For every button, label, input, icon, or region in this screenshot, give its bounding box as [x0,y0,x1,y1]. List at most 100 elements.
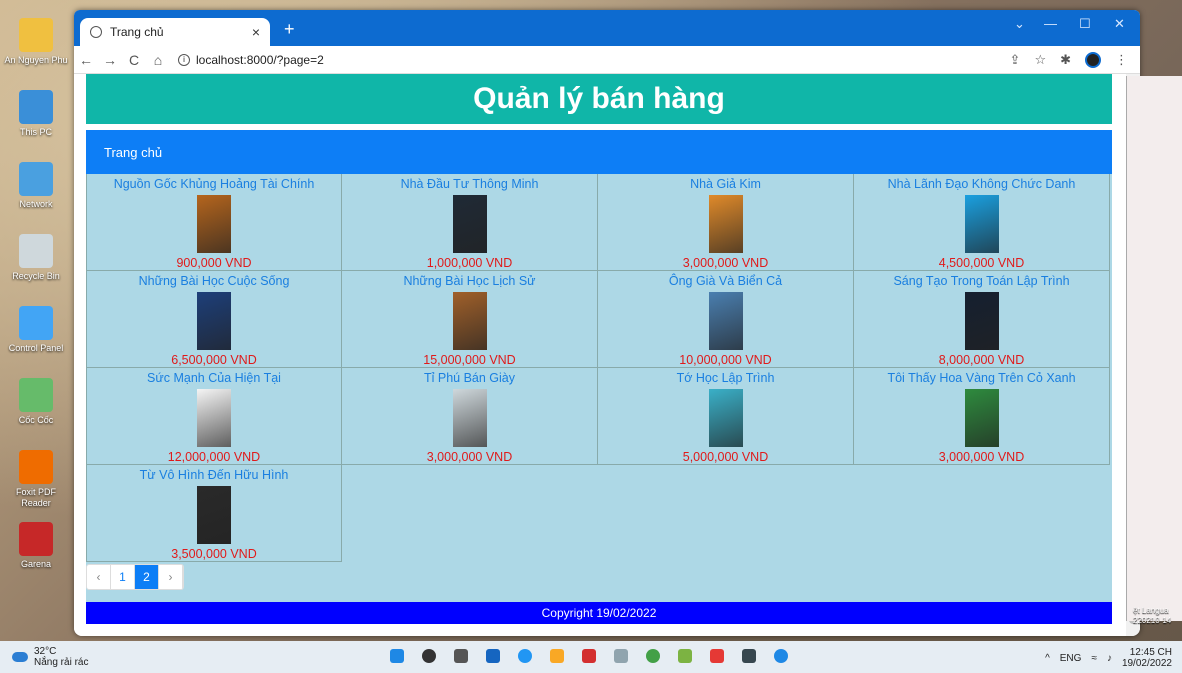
book-cover-image[interactable] [452,388,487,447]
pagination-page-2[interactable]: 2 [135,565,159,589]
menu-icon[interactable]: ⋮ [1115,52,1128,68]
extensions-icon[interactable]: ✱ [1060,52,1071,68]
product-card[interactable]: Tôi Thấy Hoa Vàng Trên Cỏ Xanh 3,000,000 … [854,368,1110,465]
tab-bar: Trang chủ × + ⌄ — ☐ ✕ [74,10,1140,46]
desktop-app-icon [19,306,53,340]
book-cover-image[interactable] [197,291,231,350]
product-card[interactable]: Nhà Đầu Tư Thông Minh 1,000,000 VND [342,174,598,271]
product-card[interactable]: Tỉ Phú Bán Giày 3,000,000 VND [342,368,598,465]
desktop-app-icon [19,450,53,484]
book-cover-image[interactable] [197,388,231,447]
product-card[interactable]: Những Bài Học Cuộc Sống 6,500,000 VND [86,271,342,368]
nav-home-link[interactable]: Trang chủ [104,145,162,160]
desktop-icon[interactable]: Garena [3,522,69,570]
profile-avatar[interactable] [1085,51,1101,68]
wifi-icon[interactable]: ≈ [1091,653,1097,664]
product-card[interactable]: Nhà Giả Kim 3,000,000 VND [598,174,854,271]
book-cover-image[interactable] [708,194,743,253]
desktop-icon[interactable]: Control Panel [3,306,69,354]
book-cover-image[interactable] [964,194,999,253]
product-name[interactable]: Sức Mạnh Của Hiện Tại [147,371,281,385]
product-name[interactable]: Sáng Tạo Trong Toán Lập Trình [893,274,1069,288]
desktop-icon[interactable]: Cốc Cốc [3,378,69,426]
product-name[interactable]: Tôi Thấy Hoa Vàng Trên Cỏ Xanh [887,371,1075,385]
pagination-prev[interactable]: ‹ [87,565,111,589]
book-cover-image[interactable] [197,485,231,544]
desktop-icon[interactable]: Recycle Bin [3,234,69,282]
product-name[interactable]: Tỉ Phú Bán Giày [424,371,515,385]
terminal-icon[interactable] [742,649,756,663]
product-name[interactable]: Nhà Lãnh Đạo Không Chức Danh [888,177,1076,191]
url-text[interactable]: localhost:8000/?page=2 [196,53,324,67]
start-icon[interactable] [390,649,404,663]
pagination-page-1[interactable]: 1 [111,565,135,589]
product-price: 3,500,000 VND [171,547,257,561]
office-icon[interactable] [710,649,724,663]
product-name[interactable]: Nhà Đầu Tư Thông Minh [401,177,539,191]
new-tab-button[interactable]: + [284,19,295,40]
garena-icon[interactable] [582,649,596,663]
product-name[interactable]: Nhà Giả Kim [690,177,761,191]
book-cover-image[interactable] [197,194,231,253]
book-cover-image[interactable] [452,194,487,253]
file-explorer-icon[interactable] [550,649,564,663]
product-name[interactable]: Tớ Học Lập Trình [677,371,775,385]
product-card[interactable]: Nguồn Gốc Khủng Hoảng Tài Chính 900,000 V… [86,174,342,271]
search-icon[interactable] [422,649,436,663]
tab-home[interactable]: Trang chủ × [80,18,270,46]
info-icon[interactable]: i [178,53,190,66]
zalo-icon[interactable] [774,649,788,663]
forward-icon[interactable]: → [98,52,122,68]
close-window-button[interactable]: ✕ [1114,16,1125,32]
app-icon[interactable] [678,649,692,663]
desktop-icon[interactable]: Foxit PDF Reader [3,450,69,509]
product-card[interactable]: Sáng Tạo Trong Toán Lập Trình 8,000,000 V… [854,271,1110,368]
clock[interactable]: 12:45 CH 19/02/2022 [1122,647,1172,669]
edge-icon[interactable] [518,649,532,663]
page-content: Quản lý bán hàng Trang chủ Nguồn Gốc Khủ… [86,74,1112,602]
bookmark-star-icon[interactable]: ☆ [1034,52,1046,68]
book-cover-image[interactable] [964,388,999,447]
desktop-icon[interactable]: This PC [3,90,69,138]
page-title: Quản lý bán hàng [86,74,1112,124]
chevron-up-icon[interactable]: ^ [1045,653,1050,664]
maximize-button[interactable]: ☐ [1079,16,1091,32]
store-icon[interactable] [486,649,500,663]
book-cover-image[interactable] [964,291,999,350]
minimize-button[interactable]: — [1044,16,1057,31]
product-card[interactable]: Từ Vô Hình Đến Hữu Hình 3,500,000 VND [86,465,342,562]
book-cover-image[interactable] [708,388,743,447]
book-cover-image[interactable] [452,291,487,350]
product-name[interactable]: Ông Già Và Biển Cả [669,274,782,288]
product-card[interactable]: Sức Mạnh Của Hiện Tại 12,000,000 VND [86,368,342,465]
product-card[interactable]: Tớ Học Lập Trình 5,000,000 VND [598,368,854,465]
tab-search-icon[interactable]: ⌄ [1014,16,1025,32]
side-window-text-1: ệt Langua [1133,606,1169,615]
coccoc-icon[interactable] [646,649,660,663]
product-name[interactable]: Từ Vô Hình Đến Hữu Hình [140,468,289,482]
desktop-icon[interactable]: Network [3,162,69,210]
product-price: 4,500,000 VND [938,256,1025,270]
back-icon[interactable]: ← [74,52,98,68]
book-cover-image[interactable] [708,291,743,350]
temperature: 32°C [34,646,57,657]
product-name[interactable]: Nguồn Gốc Khủng Hoảng Tài Chính [114,177,315,191]
photos-icon[interactable] [614,649,628,663]
task-view-icon[interactable] [454,649,468,663]
product-name[interactable]: Những Bài Học Lịch Sử [403,274,535,288]
product-card[interactable]: Những Bài Học Lịch Sử 15,000,000 VND [342,271,598,368]
volume-icon[interactable]: ♪ [1107,653,1112,664]
time: 12:45 CH [1129,647,1172,658]
reload-icon[interactable]: C [122,52,146,68]
weather-widget[interactable]: 32°C Nắng rải rác [0,646,88,668]
address-bar[interactable]: i localhost:8000/?page=2 [178,53,324,67]
product-name[interactable]: Những Bài Học Cuộc Sống [139,274,290,288]
product-card[interactable]: Ông Già Và Biển Cả 10,000,000 VND [598,271,854,368]
share-icon[interactable]: ⇪ [1010,52,1021,68]
desktop-icon[interactable]: An Nguyen Phu [3,18,69,66]
home-icon[interactable]: ⌂ [146,52,170,68]
product-card[interactable]: Nhà Lãnh Đạo Không Chức Danh 4,500,000 VN… [854,174,1110,271]
pagination-next[interactable]: › [159,565,183,589]
close-tab-icon[interactable]: × [252,24,260,40]
language-indicator[interactable]: ENG [1060,653,1082,664]
